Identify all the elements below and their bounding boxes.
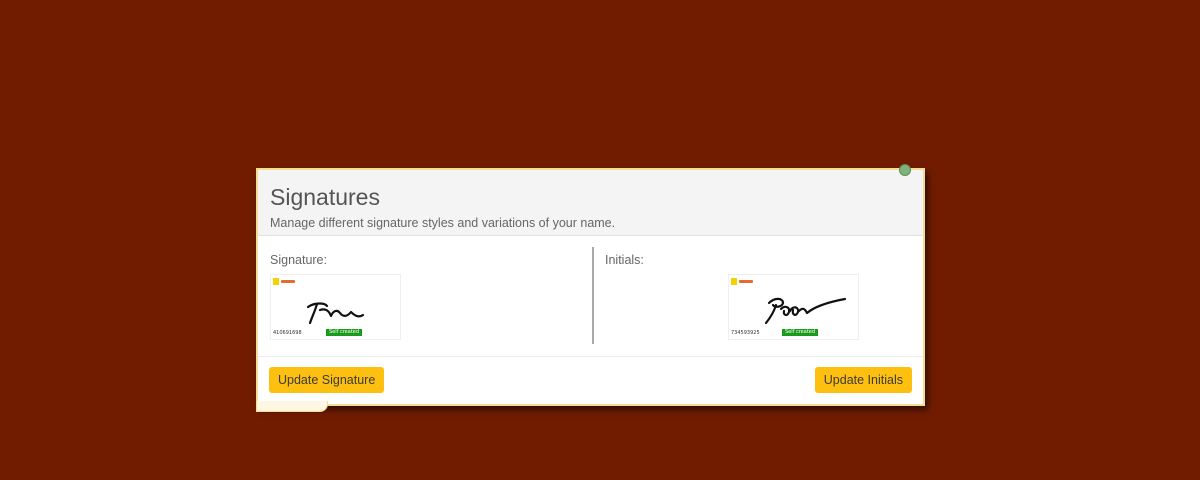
initials-label: Initials: [605, 253, 644, 267]
signature-label: Signature: [270, 253, 327, 267]
signature-code: 410691698 [273, 330, 302, 336]
update-signature-button[interactable]: Update Signature [269, 367, 385, 393]
column-divider [592, 247, 594, 344]
page-title: Signatures [270, 184, 380, 210]
update-initials-button[interactable]: Update Initials [814, 367, 912, 393]
signature-preview: 410691698 Self created [270, 274, 401, 340]
background-tab [256, 401, 328, 412]
page-subtitle: Manage different signature styles and va… [270, 216, 616, 230]
initials-code: 734593925 [731, 330, 760, 336]
initials-status-badge: Self created [782, 329, 819, 336]
initials-preview: 734593925 Self created [728, 274, 859, 340]
close-icon[interactable] [899, 164, 911, 176]
signature-status-badge: Self created [326, 329, 363, 336]
modal-footer: Update Signature Update Initials [258, 357, 923, 405]
modal-body: Signature: 410691698 Self created Initia… [258, 236, 923, 357]
modal-header: Signatures Manage different signature st… [258, 170, 923, 236]
signatures-modal: Signatures Manage different signature st… [256, 164, 925, 406]
